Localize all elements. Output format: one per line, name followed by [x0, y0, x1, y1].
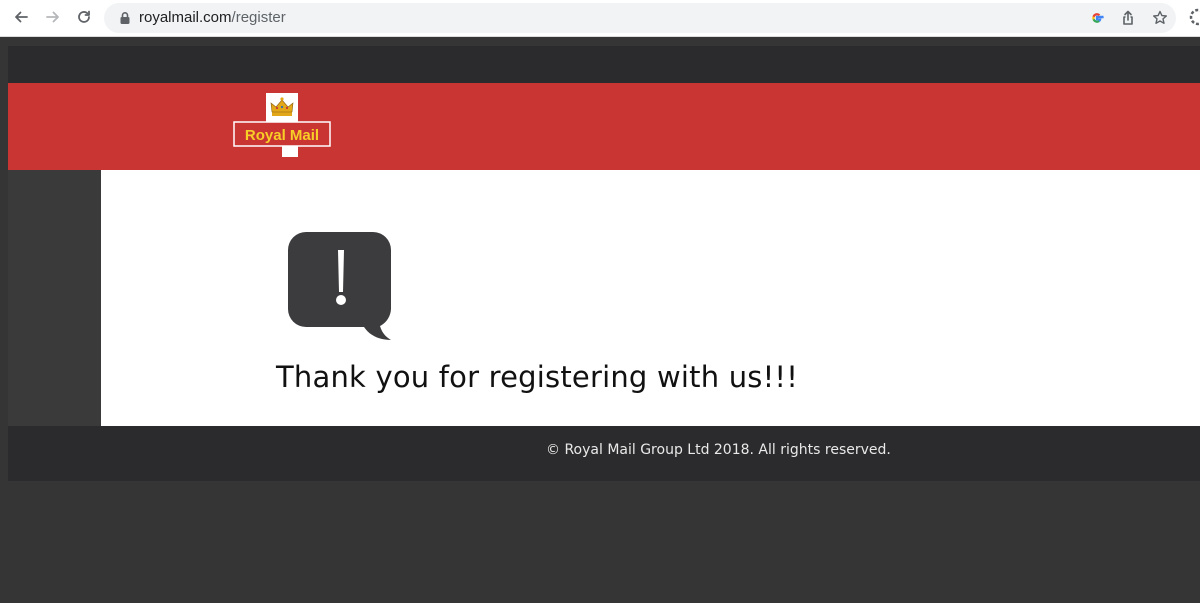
- reload-button[interactable]: [72, 5, 96, 29]
- top-nav-strip: [8, 46, 1200, 83]
- bookmark-button[interactable]: [1150, 8, 1170, 28]
- star-icon: [1153, 10, 1167, 24]
- logo-text: Royal Mail: [245, 127, 319, 144]
- site-header: Royal Mail: [8, 83, 1200, 170]
- url-path: /register: [231, 9, 286, 26]
- arrow-left-icon: [15, 11, 28, 23]
- copyright-text: © Royal Mail Group Ltd 2018. All rights …: [546, 442, 891, 458]
- browser-toolbar: royalmail.com/register: [0, 0, 1200, 37]
- back-button[interactable]: [9, 5, 33, 29]
- royal-mail-logo[interactable]: Royal Mail: [233, 93, 331, 157]
- url-text[interactable]: royalmail.com/register: [139, 9, 286, 26]
- reload-icon: [78, 10, 90, 23]
- url-host: royalmail.com: [139, 9, 232, 26]
- confirmation-message: Thank you for registering with us!!!: [276, 360, 799, 394]
- alert-speech-bubble-icon: [288, 232, 391, 340]
- google-lens-button[interactable]: [1087, 8, 1107, 28]
- address-bar[interactable]: royalmail.com/register: [104, 3, 1176, 33]
- extension-icon[interactable]: [1188, 7, 1200, 27]
- left-rail: [8, 170, 101, 426]
- forward-button[interactable]: [41, 5, 65, 29]
- confirmation-panel: Thank you for registering with us!!!: [101, 170, 1200, 426]
- lock-icon[interactable]: [118, 11, 132, 25]
- google-icon: [1092, 13, 1104, 23]
- site-footer: © Royal Mail Group Ltd 2018. All rights …: [8, 426, 1200, 481]
- arrow-right-icon: [46, 11, 59, 23]
- share-icon: [1123, 10, 1133, 25]
- share-button[interactable]: [1118, 8, 1138, 28]
